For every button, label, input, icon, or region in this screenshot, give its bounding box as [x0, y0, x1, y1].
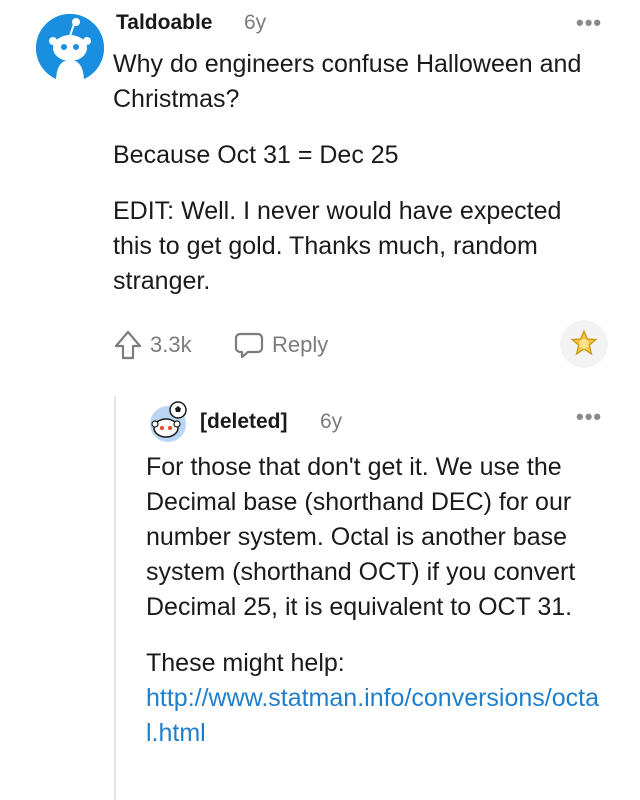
reply-more-button[interactable]: ••• — [576, 404, 602, 430]
reply-button[interactable]: Reply — [234, 330, 328, 360]
comment-paragraph: EDIT: Well. I never would have expected … — [113, 197, 562, 295]
gold-award-icon — [570, 329, 598, 356]
comment-more-button[interactable]: ••• — [576, 10, 602, 36]
comment-username[interactable]: Taldoable — [116, 11, 212, 35]
reply-paragraph: For those that don't get it. We use the … — [146, 453, 576, 621]
upvote-count: 3.3k — [150, 332, 192, 357]
upvote-button[interactable]: 3.3k — [114, 330, 192, 360]
award-button[interactable] — [560, 320, 608, 368]
comment-paragraph: Because Oct 31 = Dec 25 — [113, 141, 399, 169]
comment-paragraph: Why do engineers confuse Halloween and C… — [113, 50, 582, 113]
comment-body: Why do engineers confuse Halloween and C… — [113, 47, 613, 299]
reply-link[interactable]: http://www.statman.info/conversions/octa… — [146, 681, 606, 751]
thread-line[interactable] — [114, 396, 116, 800]
reply-age: 6y — [320, 410, 343, 433]
user-avatar[interactable] — [36, 14, 104, 82]
reply-paragraph: These might help: — [146, 649, 345, 677]
snoo-avatar-icon — [150, 401, 187, 442]
comment-bubble-icon — [234, 332, 264, 359]
reply-username[interactable]: [deleted] — [200, 410, 288, 434]
reply-body: For those that don't get it. We use the … — [146, 450, 606, 751]
deleted-user-avatar — [146, 400, 190, 444]
upvote-arrow-icon — [114, 330, 142, 360]
snoo-avatar-icon — [36, 14, 104, 82]
reply-label: Reply — [272, 332, 329, 357]
comment-age: 6y — [244, 11, 267, 34]
